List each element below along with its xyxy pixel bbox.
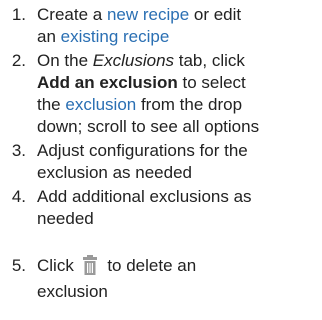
- exclusion-link[interactable]: exclusion: [65, 95, 136, 114]
- step-text: to delete an: [107, 256, 197, 275]
- step-1: 1. Create a new recipe or edit an existi…: [0, 4, 322, 50]
- exclusions-tab-name: Exclusions: [92, 51, 175, 70]
- step-body: On the Exclusions tab, click Add an excl…: [37, 50, 322, 138]
- step-line: the exclusion from the drop: [37, 94, 322, 116]
- step-text: tab, click: [174, 51, 245, 70]
- existing-recipe-link[interactable]: existing recipe: [61, 27, 170, 46]
- step-line: Add an exclusion to select: [37, 72, 322, 94]
- new-recipe-link[interactable]: new recipe: [107, 5, 189, 24]
- step-body: Adjust configurations for the exclusion …: [37, 140, 322, 184]
- step-line: down; scroll to see all options: [37, 116, 322, 138]
- step-text: the: [37, 95, 66, 114]
- step-3: 3. Adjust configurations for the exclusi…: [0, 140, 322, 186]
- step-5: 5. Click to delete an exclusion: [0, 255, 322, 305]
- step-line: an existing recipe: [37, 26, 322, 48]
- step-2: 2. On the Exclusions tab, click Add an e…: [0, 50, 322, 140]
- step-text: On the: [37, 51, 93, 70]
- step-text: Create a: [37, 5, 107, 24]
- add-an-exclusion-label: Add an exclusion: [37, 73, 178, 92]
- step-body: Add additional exclusions as needed: [37, 186, 322, 230]
- step-line: needed: [37, 209, 94, 228]
- step-text: from the drop: [136, 95, 243, 114]
- trash-icon: [82, 255, 97, 281]
- step-line: On the Exclusions tab, click: [37, 50, 322, 72]
- step-text: an: [37, 27, 61, 46]
- step-text: down; scroll to see all options: [37, 117, 260, 136]
- step-text: Click: [37, 256, 74, 275]
- step-line: Create a new recipe or edit: [37, 4, 322, 26]
- step-text: or edit: [189, 5, 242, 24]
- step-line: Click to delete an: [37, 255, 322, 281]
- step-4: 4. Add additional exclusions as needed: [0, 186, 322, 232]
- step-body: Click to delete an exclusion: [37, 255, 322, 303]
- step-number: 2.: [11, 51, 26, 70]
- step-number: 4.: [11, 187, 26, 206]
- step-line: Adjust configurations for the: [37, 141, 248, 160]
- step-text: to select: [177, 73, 246, 92]
- step-number: 5.: [11, 256, 26, 275]
- step-body: Create a new recipe or edit an existing …: [37, 4, 322, 48]
- step-line: Add additional exclusions as: [37, 187, 252, 206]
- step-line: exclusion: [37, 282, 108, 301]
- step-number: 1.: [11, 5, 26, 24]
- step-number: 3.: [11, 141, 26, 160]
- step-line: exclusion as needed: [37, 163, 193, 182]
